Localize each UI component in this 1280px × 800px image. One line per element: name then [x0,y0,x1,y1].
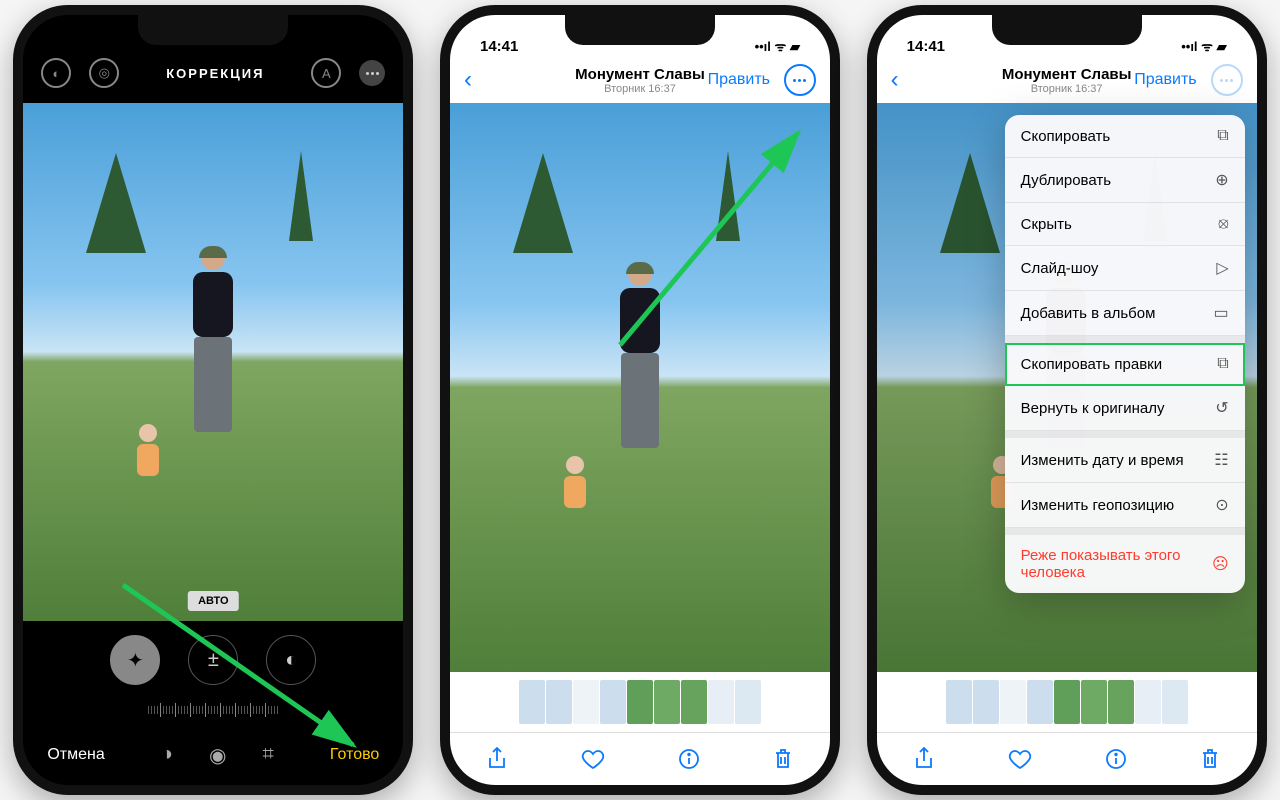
menu-slideshow[interactable]: Слайд-шоу▷ [1005,246,1245,291]
hide-icon: ⦻ [1218,215,1229,233]
menu-revert[interactable]: Вернуть к оригиналу↺ [1005,386,1245,431]
more-icon[interactable] [359,60,385,86]
menu-copy-edits[interactable]: Скопировать правки⧉ [1005,343,1245,386]
menu-hide[interactable]: Скрыть⦻ [1005,203,1245,246]
notch [565,15,715,45]
menu-change-location[interactable]: Изменить геопозицию⊙ [1005,483,1245,528]
nav-title: Монумент Славы Вторник 16:37 [575,66,705,95]
phone-viewer: 14:41 ••ıl ᯤ ▰ ‹ Монумент Славы Вторник … [440,5,840,795]
context-menu: Скопировать⧉ Дублировать⊕ Скрыть⦻ Слайд-… [1005,115,1245,593]
phone-editor: ◐ ◎ КОРРЕКЦИЯ A АВТО ✦ ± ◐ Отмена ◑ [13,5,413,795]
location-icon: ⊙ [1215,495,1228,515]
trash-icon[interactable] [1200,747,1220,771]
thumbnail-strip[interactable] [877,672,1257,732]
duplicate-icon: ⊕ [1215,170,1228,190]
notch [138,15,288,45]
live-icon[interactable]: ◎ [89,58,119,88]
thumbnail-strip[interactable] [450,672,830,732]
phone-viewer-menu: 14:41 ••ıl ᯤ ▰ ‹ Монумент Славы Вторник … [867,5,1267,795]
menu-add-album[interactable]: Добавить в альбом▭ [1005,291,1245,336]
annotation-arrow [610,125,820,355]
cancel-button[interactable]: Отмена [47,746,104,764]
back-button[interactable]: ‹ [891,66,899,94]
status-time: 14:41 [907,38,945,55]
favorite-icon[interactable] [581,748,605,770]
menu-change-date[interactable]: Изменить дату и время☷ [1005,438,1245,483]
status-icons: ••ıl ᯤ ▰ [755,37,800,55]
annotation-arrow [123,585,383,765]
album-icon: ▭ [1214,303,1229,323]
favorite-icon[interactable] [1008,748,1032,770]
menu-suggest-less[interactable]: Реже показывать этого человека☹ [1005,535,1245,593]
menu-duplicate[interactable]: Дублировать⊕ [1005,158,1245,203]
person-less-icon: ☹ [1212,554,1229,574]
status-time: 14:41 [480,38,518,55]
more-button[interactable] [784,64,816,96]
nav-title: Монумент Славы Вторник 16:37 [1002,66,1132,95]
back-button[interactable]: ‹ [464,66,472,94]
calendar-icon: ☷ [1214,450,1228,470]
share-icon[interactable] [913,747,935,771]
menu-copy[interactable]: Скопировать⧉ [1005,115,1245,158]
revert-icon: ↺ [1215,398,1228,418]
more-button[interactable] [1211,64,1243,96]
markup-icon[interactable]: A [311,58,341,88]
copy-edits-icon: ⧉ [1217,355,1228,373]
info-icon[interactable] [1105,748,1127,770]
notch [992,15,1142,45]
photo-preview: АВТО [23,103,403,621]
status-icons: ••ıl ᯤ ▰ [1181,37,1226,55]
share-icon[interactable] [486,747,508,771]
trash-icon[interactable] [773,747,793,771]
editor-title: КОРРЕКЦИЯ [166,66,264,81]
edit-button[interactable]: Править [708,71,770,89]
flash-icon[interactable]: ◐ [41,58,71,88]
copy-icon: ⧉ [1217,127,1228,145]
edit-button[interactable]: Править [1134,71,1196,89]
play-icon: ▷ [1216,258,1228,278]
info-icon[interactable] [678,748,700,770]
